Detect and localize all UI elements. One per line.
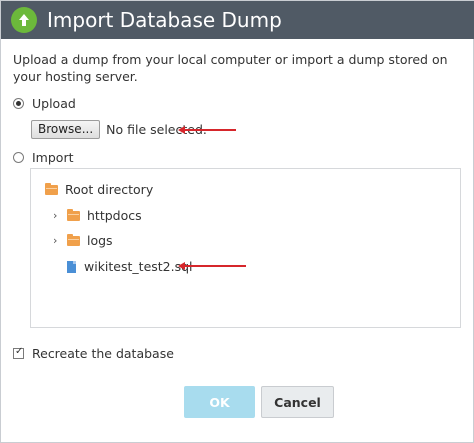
tree-item-label: logs	[87, 233, 113, 248]
recreate-database-option[interactable]: ✓ Recreate the database	[13, 346, 174, 361]
import-option[interactable]: Import	[13, 150, 74, 165]
dialog-intro-text: Upload a dump from your local computer o…	[13, 52, 448, 84]
cancel-button[interactable]: Cancel	[261, 386, 334, 418]
file-icon	[67, 260, 76, 273]
upload-radio[interactable]	[13, 98, 24, 109]
tree-item-root[interactable]: Root directory	[45, 182, 153, 197]
annotation-arrow	[178, 126, 236, 134]
folder-icon	[67, 208, 80, 221]
upload-icon	[11, 7, 37, 33]
tree-item-label: wikitest_test2.sql	[84, 259, 193, 274]
tree-item-label: httpdocs	[87, 208, 142, 223]
upload-radio-label: Upload	[32, 96, 76, 111]
tree-item-logs[interactable]: › logs	[53, 233, 113, 248]
dialog-title: Import Database Dump	[47, 8, 282, 32]
file-tree: Root directory › httpdocs › logs wikites…	[30, 168, 461, 328]
annotation-arrow	[178, 262, 246, 270]
folder-icon	[67, 233, 80, 246]
browse-button[interactable]: Browse...	[31, 120, 101, 139]
import-radio[interactable]	[13, 152, 24, 163]
folder-icon	[45, 182, 58, 195]
chevron-right-icon[interactable]: ›	[53, 234, 63, 247]
ok-button[interactable]: OK	[184, 386, 255, 418]
upload-option[interactable]: Upload	[13, 96, 76, 111]
import-radio-label: Import	[32, 150, 74, 165]
chevron-right-icon[interactable]: ›	[53, 209, 63, 222]
import-dump-dialog: Import Database Dump Upload a dump from …	[0, 0, 474, 443]
recreate-database-label: Recreate the database	[32, 346, 174, 361]
tree-item-label: Root directory	[65, 182, 154, 197]
dialog-titlebar: Import Database Dump	[1, 1, 474, 39]
recreate-database-checkbox[interactable]: ✓	[13, 346, 24, 359]
tree-item-httpdocs[interactable]: › httpdocs	[53, 208, 142, 223]
tree-item-file[interactable]: wikitest_test2.sql	[67, 259, 193, 274]
